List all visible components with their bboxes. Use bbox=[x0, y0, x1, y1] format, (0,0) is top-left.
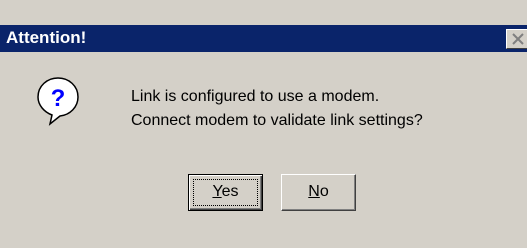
close-button[interactable] bbox=[506, 29, 527, 49]
yes-label-rest: es bbox=[221, 183, 239, 200]
window-title: Attention! bbox=[6, 28, 87, 47]
svg-text:?: ? bbox=[51, 85, 66, 112]
close-icon bbox=[512, 33, 524, 45]
question-icon: ? bbox=[37, 77, 79, 126]
title-bar[interactable]: Attention! bbox=[0, 25, 527, 52]
yes-button-label: Yes bbox=[212, 183, 238, 200]
message-line-2: Connect modem to validate link settings? bbox=[131, 112, 423, 129]
no-label-rest: o bbox=[319, 183, 329, 200]
no-button-label: No bbox=[308, 183, 328, 200]
no-button[interactable]: No bbox=[281, 174, 356, 211]
dialog-window: Attention! ? Link is configured to use a… bbox=[0, 0, 527, 248]
yes-button[interactable]: Yes bbox=[188, 174, 263, 211]
message-text: Link is configured to use a modem. Conne… bbox=[131, 85, 423, 133]
yes-mnemonic: Y bbox=[212, 183, 222, 200]
dialog-body: ? Link is configured to use a modem. Con… bbox=[0, 52, 527, 248]
no-mnemonic: N bbox=[308, 183, 320, 200]
message-line-1: Link is configured to use a modem. bbox=[131, 88, 380, 105]
